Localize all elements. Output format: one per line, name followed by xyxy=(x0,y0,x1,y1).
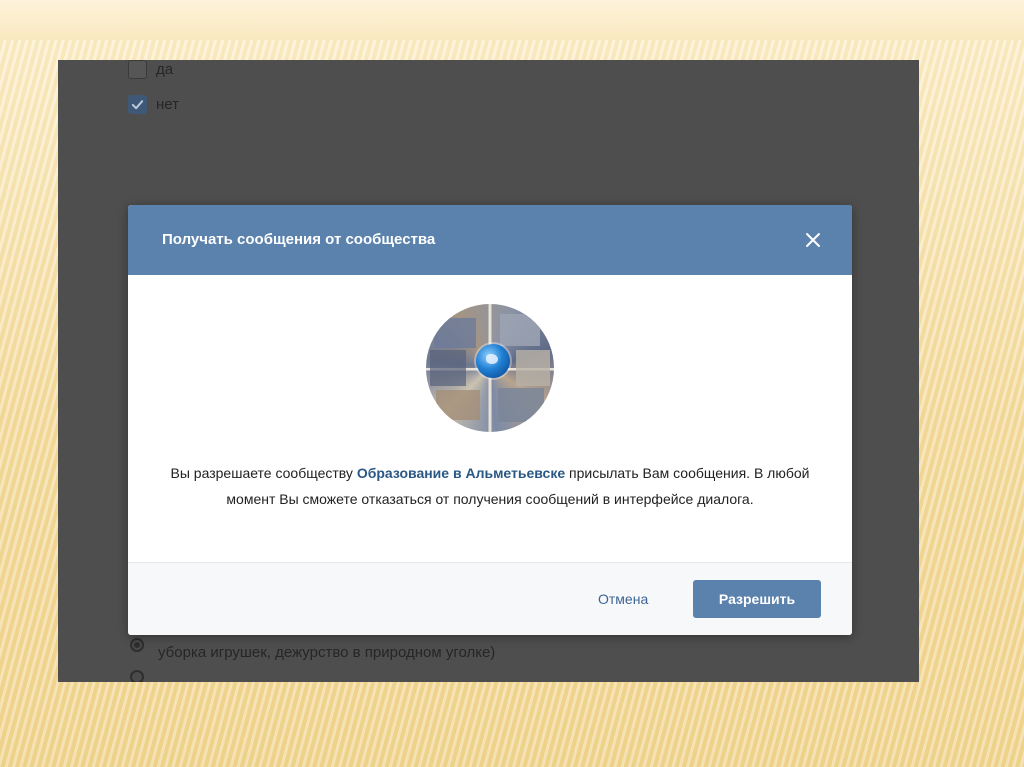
close-icon xyxy=(806,233,820,247)
radio-option-2[interactable] xyxy=(130,670,144,682)
community-avatar xyxy=(426,304,554,432)
checkbox-no-label: нет xyxy=(156,96,179,113)
dialog-footer: Отмена Разрешить xyxy=(128,562,852,635)
dialog-header: Получать сообщения от сообщества xyxy=(128,205,852,275)
checkbox-row-yes[interactable]: да xyxy=(128,60,173,79)
cancel-button[interactable]: Отмена xyxy=(598,591,648,607)
dialog-message: Вы разрешаете сообществу Образование в А… xyxy=(162,460,818,512)
form-option-text: уборка игрушек, дежурство в природном уг… xyxy=(158,644,496,661)
message-prefix: Вы разрешаете сообществу xyxy=(170,465,357,481)
checkbox-no[interactable] xyxy=(128,95,147,114)
slide-top-band xyxy=(0,0,1024,40)
checkbox-yes-label: да xyxy=(156,61,174,78)
group-link[interactable]: Образование в Альметьевске xyxy=(357,465,565,481)
checkmark-icon xyxy=(131,100,144,110)
radio-option[interactable] xyxy=(130,638,144,652)
allow-button[interactable]: Разрешить xyxy=(693,580,821,618)
dialog-title: Получать сообщения от сообщества xyxy=(162,231,436,248)
checkbox-row-no[interactable]: нет xyxy=(128,95,179,114)
checkbox-yes[interactable] xyxy=(128,60,147,79)
close-button[interactable] xyxy=(802,229,824,251)
permission-dialog: Получать сообщения от сообщества Вы разр… xyxy=(128,205,852,635)
